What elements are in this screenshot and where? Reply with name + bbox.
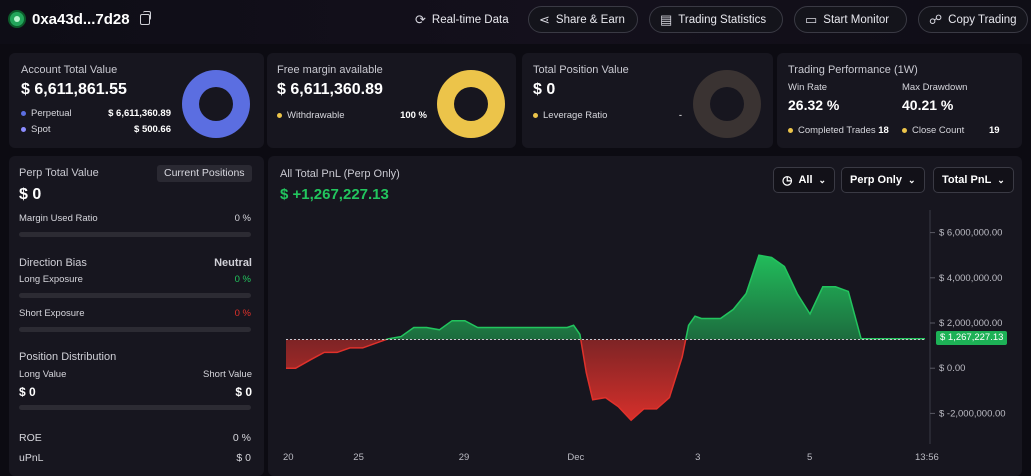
close-count-row: Close Count [902, 125, 964, 136]
long-value-label: Long Value [19, 369, 67, 380]
x-tick-label: 3 [695, 452, 700, 463]
completed-dot [788, 127, 793, 133]
y-tick-label: $ 2,000,000.00 [939, 318, 1002, 329]
y-tick-label: $ 4,000,000.00 [939, 273, 1002, 284]
current-pnl-badge: $ 1,267,227.13 [936, 331, 1008, 345]
y-tick-label: $ -2,000,000.00 [939, 408, 1006, 419]
spot-row: Spot [21, 124, 51, 135]
position-donut-chart [693, 70, 761, 138]
copy-trading-icon: ☍ [929, 12, 943, 27]
completed-trades-row: Completed Trades 18 [788, 125, 889, 136]
wallet-avatar-icon [8, 10, 26, 28]
x-tick-label: 29 [459, 452, 470, 463]
chevron-down-icon: ⌄ [907, 174, 916, 185]
short-exposure-bar [19, 327, 251, 332]
perpetual-dot [21, 110, 26, 116]
stats-icon: ▤ [660, 12, 673, 27]
x-tick-label: 25 [353, 452, 364, 463]
chevron-down-icon: ⌄ [818, 174, 827, 185]
position-distribution-bar [19, 405, 251, 410]
total-position-title: Total Position Value [533, 64, 629, 76]
max-drawdown-value: 40.21 % [902, 97, 954, 113]
x-tick-label: 20 [283, 452, 294, 463]
trading-performance-card: Trading Performance (1W) Win Rate 26.32 … [777, 53, 1022, 148]
account-total-title: Account Total Value [21, 64, 118, 76]
account-total-value: $ 6,611,861.55 [21, 81, 127, 98]
free-margin-value: $ 6,611,360.89 [277, 81, 383, 98]
trading-statistics-button[interactable]: ▤ Trading Statistics [649, 6, 783, 33]
total-position-card: Total Position Value $ 0 Leverage Ratio … [522, 53, 773, 148]
y-tick-label: $ 0.00 [939, 363, 965, 374]
perp-panel: Perp Total Value Current Positions $ 0 M… [9, 156, 264, 476]
clock-icon: ◷ [782, 173, 793, 187]
spot-value: $ 500.66 [134, 124, 171, 135]
performance-title: Trading Performance (1W) [788, 64, 918, 76]
free-margin-card: Free margin available $ 6,611,360.89 Wit… [267, 53, 516, 148]
long-exposure-bar [19, 293, 251, 298]
short-value: $ 0 [235, 385, 252, 399]
perpetual-row: Perpetual [21, 108, 72, 119]
start-monitor-button[interactable]: ▭ Start Monitor [794, 6, 907, 33]
pnl-chart-title: All Total PnL (Perp Only) [280, 168, 400, 180]
x-tick-label: 13:56 [915, 452, 939, 463]
share-earn-button[interactable]: ⋖ Share & Earn [528, 6, 638, 33]
copy-icon[interactable] [140, 11, 151, 25]
realtime-data-button[interactable]: ⟳ Real-time Data [405, 6, 519, 33]
withdrawable-dot [277, 112, 282, 118]
margin-donut-chart [437, 70, 505, 138]
long-exposure-label: Long Exposure [19, 274, 83, 285]
perp-total-value: $ 0 [19, 186, 42, 203]
total-pnl-select[interactable]: Total PnL ⌄ [933, 167, 1014, 193]
pnl-area-chart[interactable]: $ 6,000,000.00 $ 4,000,000.00 $ 2,000,000.… [268, 200, 1028, 476]
long-exposure-value: 0 % [234, 274, 251, 285]
y-tick-label: $ 6,000,000.00 [939, 228, 1002, 239]
margin-used-bar [19, 232, 251, 237]
share-icon: ⋖ [539, 12, 550, 27]
direction-bias-value: Neutral [214, 257, 252, 269]
monitor-icon: ▭ [805, 12, 818, 27]
refresh-icon: ⟳ [415, 12, 426, 27]
current-positions-button[interactable]: Current Positions [157, 165, 252, 182]
x-tick-label: Dec [567, 452, 584, 463]
upnl-label: uPnL [19, 452, 44, 464]
withdrawable-value: 100 % [400, 110, 427, 121]
short-exposure-value: 0 % [234, 308, 251, 319]
upnl-value: $ 0 [236, 452, 251, 464]
free-margin-title: Free margin available [277, 64, 383, 76]
leverage-value: - [678, 110, 682, 121]
short-exposure-label: Short Exposure [19, 308, 85, 319]
x-tick-label: 5 [807, 452, 812, 463]
win-rate-value: 26.32 % [788, 97, 840, 113]
perp-total-title: Perp Total Value [19, 167, 99, 179]
account-total-card: Account Total Value $ 6,611,861.55 Perpe… [9, 53, 264, 148]
time-range-select[interactable]: ◷ All ⌄ [773, 167, 836, 193]
max-drawdown-label: Max Drawdown [902, 82, 968, 93]
spot-dot [21, 126, 26, 132]
win-rate-label: Win Rate [788, 82, 828, 93]
total-position-value: $ 0 [533, 81, 556, 98]
margin-used-label: Margin Used Ratio [19, 213, 98, 224]
long-value: $ 0 [19, 385, 36, 399]
direction-bias-label: Direction Bias [19, 257, 87, 269]
leverage-row: Leverage Ratio [533, 110, 607, 121]
account-donut-chart [182, 70, 250, 138]
roe-value: 0 % [232, 432, 251, 444]
margin-used-value: 0 % [234, 213, 251, 224]
close-count-dot [902, 127, 907, 133]
close-count-value: 19 [989, 125, 1000, 136]
wallet-address: 0xa43d...7d28 [32, 11, 130, 28]
perp-only-select[interactable]: Perp Only ⌄ [841, 167, 925, 193]
copy-trading-button[interactable]: ☍ Copy Trading [918, 6, 1028, 33]
roe-label: ROE [19, 432, 42, 444]
perpetual-value: $ 6,611,360.89 [108, 108, 171, 119]
withdrawable-row: Withdrawable [277, 110, 345, 121]
leverage-dot [533, 112, 538, 118]
position-distribution-title: Position Distribution [19, 351, 117, 363]
chevron-down-icon: ⌄ [997, 174, 1005, 185]
short-value-label: Short Value [203, 369, 252, 380]
